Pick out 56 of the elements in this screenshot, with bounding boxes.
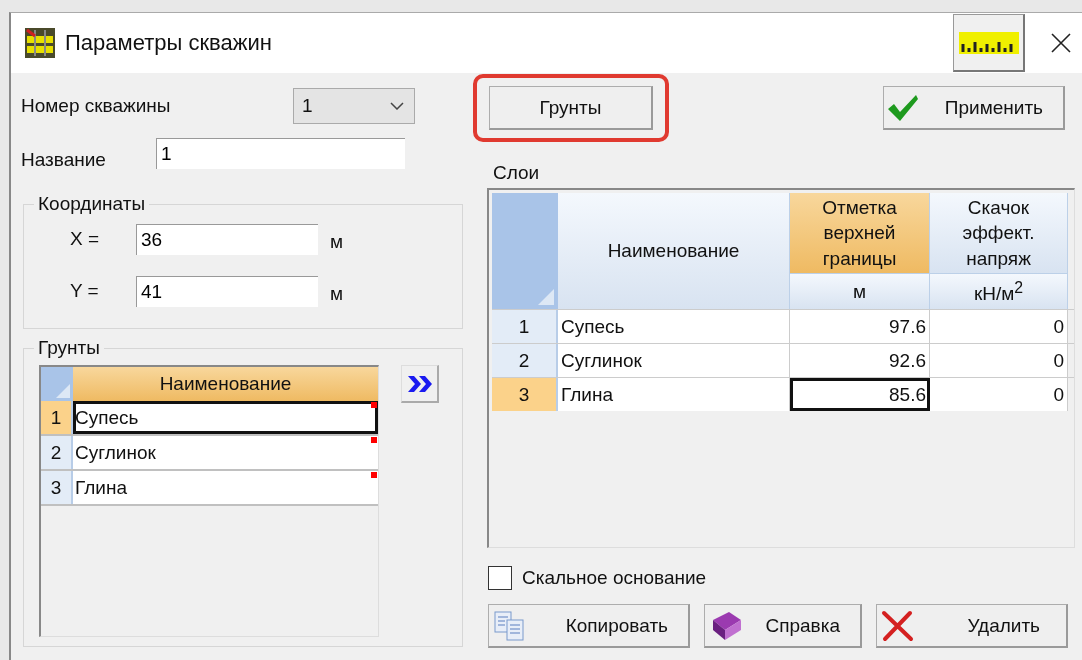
- grid-icon: [25, 28, 55, 58]
- column-header: Скачок эффект. напряж: [930, 193, 1068, 273]
- triangle-icon: [538, 289, 554, 305]
- name-field[interactable]: 1: [156, 138, 405, 169]
- row-number: 3: [492, 378, 558, 411]
- column-header: Наименование: [73, 367, 378, 401]
- apply-button[interactable]: Применить: [883, 86, 1065, 130]
- row-number: 3: [41, 471, 73, 504]
- double-chevron-icon: [406, 374, 433, 393]
- table-cell[interactable]: Глина: [73, 471, 378, 504]
- unit-label: м: [330, 282, 344, 305]
- delete-button[interactable]: Удалить: [876, 604, 1068, 648]
- window-title: Параметры скважин: [65, 30, 272, 56]
- column-header: Наименование: [558, 193, 790, 309]
- well-number-dropdown[interactable]: 1: [293, 88, 415, 124]
- group-title: Грунты: [37, 337, 101, 359]
- column-header: Отметка верхней границы: [790, 193, 930, 273]
- add-button[interactable]: [401, 365, 439, 403]
- table-cell[interactable]: Суглинок: [558, 344, 790, 377]
- row-number: 2: [41, 436, 73, 469]
- triangle-icon: [56, 384, 70, 398]
- table-cell[interactable]: 0: [930, 344, 1068, 377]
- coordinate-label: X =: [70, 228, 101, 250]
- table-cell[interactable]: Супесь: [73, 401, 378, 434]
- checkbox[interactable]: [488, 566, 512, 590]
- layers-label: Слои: [493, 162, 541, 185]
- unit-header: кН/м$^{2}$: [930, 273, 1068, 309]
- table-cell[interactable]: Глина: [558, 378, 790, 411]
- help-button[interactable]: Справка: [704, 604, 862, 648]
- documents-icon: [493, 609, 527, 642]
- table-cell[interactable]: 0: [930, 310, 1068, 343]
- soils-button[interactable]: Грунты: [489, 86, 653, 130]
- table-cell[interactable]: Супесь: [558, 310, 790, 343]
- table-cell[interactable]: 92.6: [790, 344, 930, 377]
- checkbox-label: Скальное основание: [522, 567, 707, 589]
- table-cell[interactable]: 0: [930, 378, 1068, 411]
- coordinate-field[interactable]: 41: [136, 275, 318, 307]
- table-cell[interactable]: Суглинок: [73, 436, 378, 469]
- row-number: 1: [492, 310, 558, 343]
- unit-label: м: [330, 230, 344, 253]
- coordinate-field[interactable]: 36: [136, 223, 318, 255]
- group-title: Координаты: [37, 193, 147, 215]
- row-number: 1: [41, 401, 73, 434]
- name-label: Название: [21, 149, 107, 172]
- ruler-icon: [958, 31, 1019, 54]
- row-number: 2: [492, 344, 558, 377]
- copy-button[interactable]: Копировать: [488, 604, 690, 648]
- well-number-label: Номер скважины: [21, 95, 172, 117]
- close-icon[interactable]: [1051, 33, 1071, 53]
- table-cell[interactable]: 97.6: [790, 310, 930, 343]
- table-cell[interactable]: 85.6: [790, 378, 930, 411]
- chevron-down-icon: [390, 102, 404, 110]
- coordinate-label: Y =: [70, 280, 100, 302]
- cross-icon: [881, 609, 915, 642]
- ruler-button[interactable]: [953, 14, 1025, 72]
- unit-header: м: [790, 273, 930, 309]
